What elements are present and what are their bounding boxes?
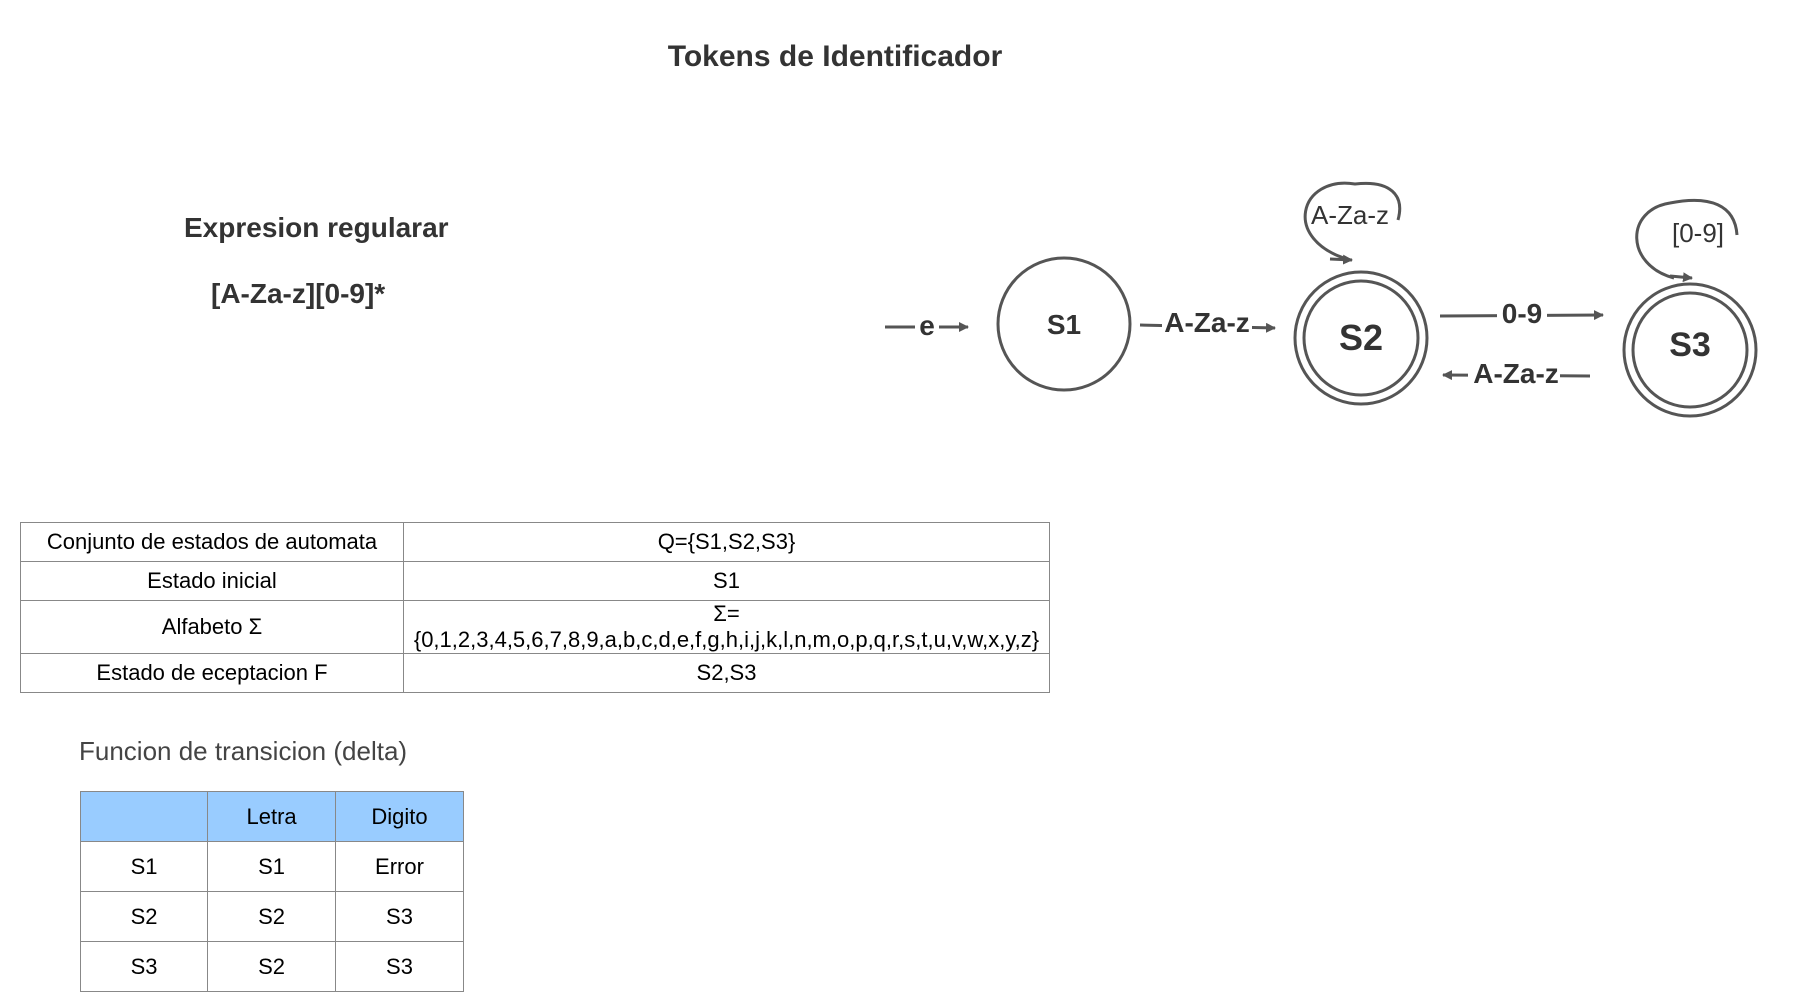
transition-function-table: Letra Digito S1 S1 Error S2 S2 S3 S3 S2 … bbox=[79, 791, 465, 992]
table-cell: S2 bbox=[79, 891, 209, 942]
table-cell: S3 bbox=[334, 941, 465, 992]
start-arrow-label: e bbox=[919, 310, 935, 341]
transition-function-heading: Funcion de transicion (delta) bbox=[79, 736, 408, 766]
table-row: S2 S2 S3 bbox=[79, 891, 465, 942]
transition-s1-s2-label: A-Za-z bbox=[1164, 307, 1250, 338]
property-value: S1 bbox=[403, 561, 1050, 601]
table-cell: S2 bbox=[207, 941, 336, 992]
property-name: Conjunto de estados de automata bbox=[20, 522, 404, 562]
property-value: S2,S3 bbox=[403, 653, 1050, 693]
table-row: S1 S1 Error bbox=[79, 841, 465, 892]
table-cell: S3 bbox=[79, 941, 209, 992]
column-header: Digito bbox=[334, 791, 465, 842]
property-value: Q={S1,S2,S3} bbox=[403, 522, 1050, 562]
table-cell: S2 bbox=[207, 891, 336, 942]
automaton-diagram: e S1 A-Za-z S2 A-Za-z 0-9 A-Za-z S3 [0-9… bbox=[885, 181, 1758, 418]
table-header-row: Letra Digito bbox=[79, 791, 465, 842]
column-header: Letra bbox=[207, 791, 336, 842]
table-cell: S3 bbox=[334, 891, 465, 942]
state-s2-label: S2 bbox=[1339, 317, 1383, 358]
property-name: Alfabeto Σ bbox=[20, 600, 404, 654]
table-cell: Error bbox=[334, 841, 465, 892]
transition-s2-loop-label: A-Za-z bbox=[1311, 200, 1389, 230]
property-value: Σ={0,1,2,3,4,5,6,7,8,9,a,b,c,d,e,f,g,h,i… bbox=[403, 600, 1050, 654]
table-row: S3 S2 S3 bbox=[79, 941, 465, 992]
automaton-properties-table: Conjunto de estados de automata Q={S1,S2… bbox=[20, 522, 1050, 693]
table-row: Estado de eceptacion F S2,S3 bbox=[20, 653, 1050, 693]
table-cell: S1 bbox=[79, 841, 209, 892]
state-s1-label: S1 bbox=[1047, 309, 1081, 340]
table-row: Conjunto de estados de automata Q={S1,S2… bbox=[20, 522, 1050, 562]
table-cell: S1 bbox=[207, 841, 336, 892]
transition-s3-s2-label: A-Za-z bbox=[1473, 358, 1559, 389]
table-row: Estado inicial S1 bbox=[20, 561, 1050, 601]
column-header bbox=[79, 791, 209, 842]
transition-s2-s3-label: 0-9 bbox=[1502, 298, 1542, 329]
state-s3-label: S3 bbox=[1669, 326, 1711, 364]
table-row: Alfabeto Σ Σ={0,1,2,3,4,5,6,7,8,9,a,b,c,… bbox=[20, 600, 1050, 654]
transition-s3-loop-label: [0-9] bbox=[1672, 218, 1724, 248]
property-name: Estado inicial bbox=[20, 561, 404, 601]
property-name: Estado de eceptacion F bbox=[20, 653, 404, 693]
